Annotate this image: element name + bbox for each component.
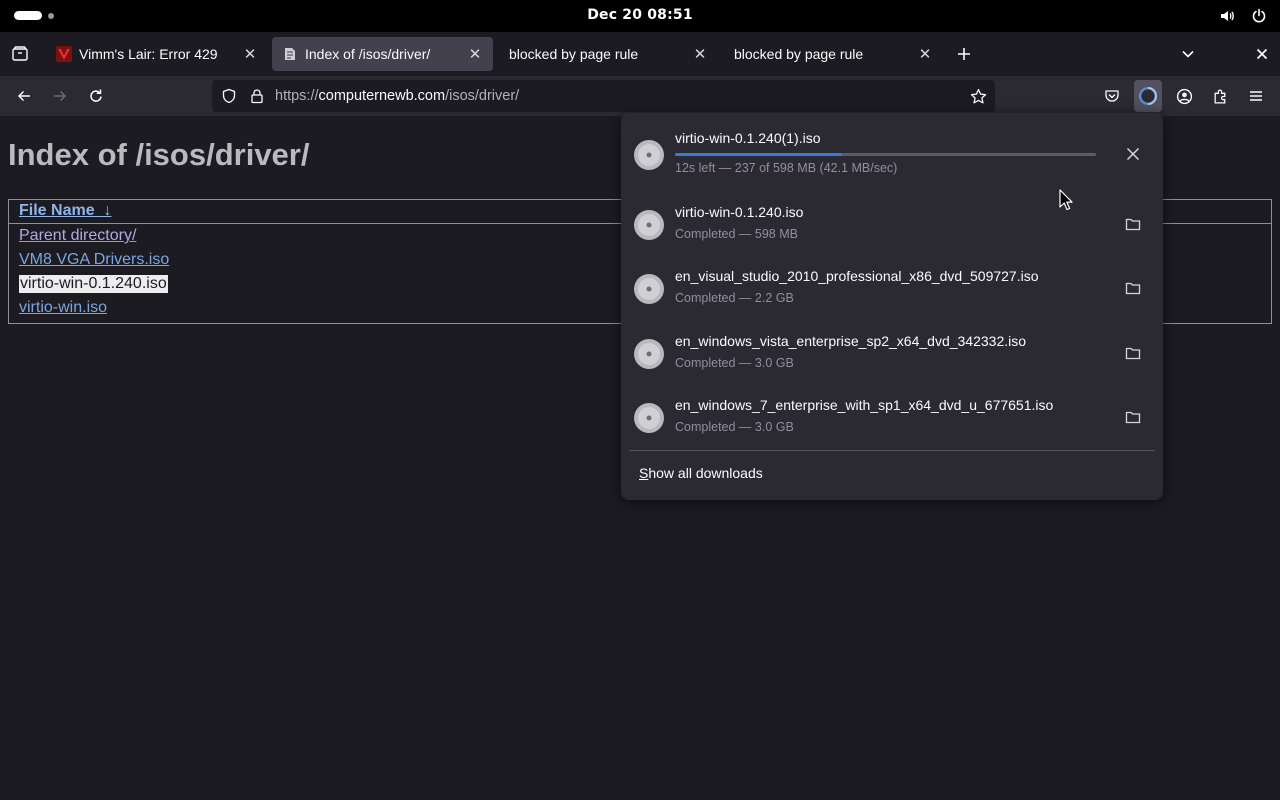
- download-status: 12s left — 237 of 598 MB (42.1 MB/sec): [675, 161, 898, 175]
- url-scheme: https://: [275, 88, 319, 104]
- panel-divider: [629, 450, 1155, 451]
- download-status: Completed — 2.2 GB: [675, 291, 794, 305]
- download-item[interactable]: en_visual_studio_2010_professional_x86_d…: [629, 257, 1155, 319]
- power-icon[interactable]: [1250, 6, 1268, 26]
- show-all-downloads-button[interactable]: Show all downloads: [629, 458, 1155, 490]
- file-name-column-header[interactable]: File Name ↓: [19, 202, 111, 220]
- sort-arrow-icon: ↓: [103, 202, 112, 219]
- tab-title: Index of /isos/driver/: [305, 46, 431, 62]
- tab-manager-icon[interactable]: [10, 44, 30, 64]
- tab-index-of-isos-driver[interactable]: Index of /isos/driver/ ✕: [272, 37, 493, 71]
- download-item[interactable]: en_windows_vista_enterprise_sp2_x64_dvd_…: [629, 322, 1155, 384]
- download-filename: virtio-win-0.1.240.iso: [675, 204, 804, 220]
- close-window-icon[interactable]: [1252, 44, 1272, 64]
- tab-vimms-lair[interactable]: Vimm's Lair: Error 429 ✕: [46, 37, 268, 71]
- list-all-tabs-icon[interactable]: [1178, 44, 1198, 64]
- folder-icon[interactable]: [1121, 341, 1145, 365]
- folder-icon[interactable]: [1121, 212, 1145, 236]
- url-host: computernewb.com: [318, 88, 446, 104]
- disc-image-icon: [634, 274, 664, 304]
- downloads-icon[interactable]: [1134, 80, 1162, 112]
- tab-strip: Vimm's Lair: Error 429 ✕ Index of /isos/…: [0, 32, 1280, 76]
- disc-image-icon: [634, 339, 664, 369]
- tab-close-icon[interactable]: ✕: [463, 42, 487, 66]
- disc-image-icon: [634, 403, 664, 433]
- downloads-panel: virtio-win-0.1.240(1).iso 12s left — 237…: [621, 113, 1163, 500]
- file-link-selected[interactable]: virtio-win-0.1.240.iso: [19, 275, 168, 293]
- download-item[interactable]: virtio-win-0.1.240.iso Completed — 598 M…: [629, 193, 1155, 255]
- url-bar[interactable]: https://computernewb.com/isos/driver/: [212, 80, 995, 112]
- download-filename: en_windows_vista_enterprise_sp2_x64_dvd_…: [675, 333, 1027, 349]
- lock-icon[interactable]: [245, 84, 269, 108]
- url-text[interactable]: https://computernewb.com/isos/driver/: [275, 88, 519, 104]
- extensions-icon[interactable]: [1208, 84, 1232, 108]
- tab-title: Vimm's Lair: Error 429: [79, 46, 218, 62]
- download-status: Completed — 3.0 GB: [675, 356, 794, 370]
- cancel-icon[interactable]: [1121, 142, 1145, 166]
- volume-icon[interactable]: [1218, 6, 1236, 26]
- page-favicon: [282, 46, 298, 62]
- disc-image-icon: [634, 140, 664, 170]
- tab-title: blocked by page rule: [509, 46, 639, 62]
- download-progress-fill: [675, 153, 842, 156]
- file-link[interactable]: VM8 VGA Drivers.iso: [19, 251, 169, 269]
- hamburger-menu-icon[interactable]: [1244, 84, 1268, 108]
- download-filename: en_windows_7_enterprise_with_sp1_x64_dvd…: [675, 397, 1054, 413]
- vimm-favicon: [56, 46, 72, 62]
- url-path: /isos/driver/: [445, 88, 520, 104]
- pocket-icon[interactable]: [1100, 84, 1124, 108]
- column-header-label: File Name: [19, 202, 95, 219]
- tab-blocked-2[interactable]: blocked by page rule ✕: [722, 37, 943, 71]
- download-progress-bar: [675, 153, 1096, 156]
- forward-icon[interactable]: [48, 84, 72, 108]
- download-filename: en_visual_studio_2010_professional_x86_d…: [675, 268, 1039, 284]
- download-status: Completed — 598 MB: [675, 227, 798, 241]
- tab-close-icon[interactable]: ✕: [688, 42, 712, 66]
- back-icon[interactable]: [12, 84, 36, 108]
- reload-icon[interactable]: [84, 84, 108, 108]
- tab-title: blocked by page rule: [734, 46, 864, 62]
- download-status: Completed — 3.0 GB: [675, 420, 794, 434]
- show-all-downloads-label: Show all downloads: [639, 465, 763, 481]
- download-filename: virtio-win-0.1.240(1).iso: [675, 130, 821, 146]
- new-tab-icon[interactable]: [954, 44, 974, 64]
- bookmark-star-icon[interactable]: [966, 84, 990, 108]
- page-title: Index of /isos/driver/: [8, 137, 310, 172]
- clock[interactable]: Dec 20 08:51: [0, 7, 1280, 23]
- tab-blocked-1[interactable]: blocked by page rule ✕: [497, 37, 718, 71]
- navigation-toolbar: https://computernewb.com/isos/driver/: [0, 76, 1280, 116]
- folder-icon[interactable]: [1121, 276, 1145, 300]
- account-icon[interactable]: [1172, 84, 1196, 108]
- file-link-parent-directory[interactable]: Parent directory/: [19, 227, 136, 245]
- system-top-bar: Dec 20 08:51: [0, 0, 1280, 32]
- mouse-pointer-icon: [1059, 189, 1073, 211]
- tab-close-icon[interactable]: ✕: [913, 42, 937, 66]
- tab-close-icon[interactable]: ✕: [238, 42, 262, 66]
- download-item[interactable]: en_windows_7_enterprise_with_sp1_x64_dvd…: [629, 386, 1155, 448]
- tracking-protection-shield-icon[interactable]: [217, 84, 241, 108]
- disc-image-icon: [634, 210, 664, 240]
- folder-icon[interactable]: [1121, 405, 1145, 429]
- system-status-area[interactable]: [1218, 6, 1268, 26]
- file-link[interactable]: virtio-win.iso: [19, 299, 107, 317]
- download-item[interactable]: virtio-win-0.1.240(1).iso 12s left — 237…: [629, 123, 1155, 185]
